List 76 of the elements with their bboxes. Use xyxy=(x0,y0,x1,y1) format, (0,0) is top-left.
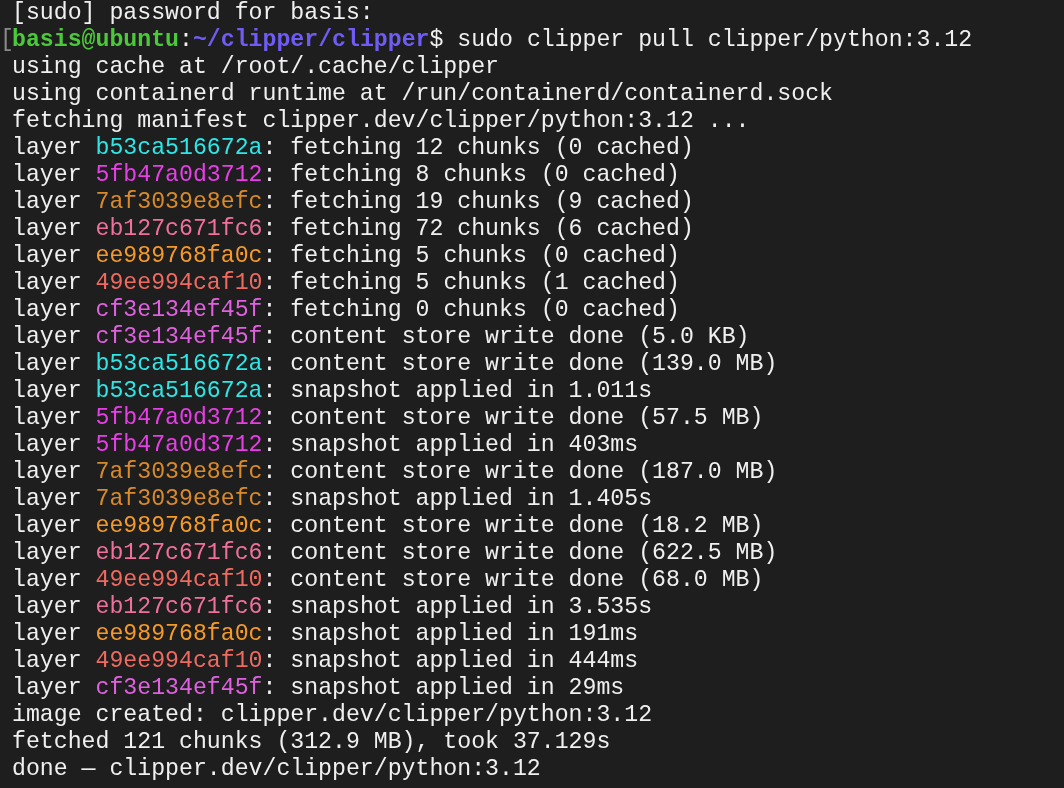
log-message: : snapshot applied in 1.011s xyxy=(262,378,653,405)
layer-hash: 7af3039e8efc xyxy=(95,189,263,216)
log-prefix: layer xyxy=(12,243,82,270)
log-prefix: layer xyxy=(12,189,82,216)
log-message: : content store write done (139.0 MB) xyxy=(262,351,778,378)
layer-hash: 5fb47a0d3712 xyxy=(95,162,263,189)
layer-hash: 49ee994caf10 xyxy=(95,270,263,297)
layer-hash: 5fb47a0d3712 xyxy=(95,405,263,432)
log-prefix: layer xyxy=(12,324,82,351)
prompt-mark: [ xyxy=(0,27,14,54)
output-line: using containerd runtime at /run/containerd/containerd.sock xyxy=(12,81,833,108)
log-message: : snapshot applied in 1.405s xyxy=(262,486,653,513)
log-message: : content store write done (5.0 KB) xyxy=(262,324,750,351)
layer-hash: b53ca516672a xyxy=(95,378,263,405)
log-prefix: layer xyxy=(12,378,82,405)
command-text: sudo clipper pull clipper/python:3.12 xyxy=(457,27,973,54)
log-prefix: layer xyxy=(12,648,82,675)
log-prefix: layer xyxy=(12,486,82,513)
layer-hash: 49ee994caf10 xyxy=(95,567,263,594)
layer-hash: ee989768fa0c xyxy=(95,513,263,540)
output-line: image created: clipper.dev/clipper/python:3.12 xyxy=(12,702,653,729)
log-message: : fetching 19 chunks (9 cached) xyxy=(262,189,694,216)
log-prefix: layer xyxy=(12,594,82,621)
prompt-path: ~/clipper/clipper xyxy=(192,27,430,54)
prompt-user-host: basis@ubuntu xyxy=(12,27,179,54)
layer-hash: cf3e134ef45f xyxy=(95,324,263,351)
output-line: done — clipper.dev/clipper/python:3.12 xyxy=(12,756,541,783)
layer-hash: cf3e134ef45f xyxy=(95,675,263,702)
layer-hash: 7af3039e8efc xyxy=(95,486,263,513)
log-prefix: layer xyxy=(12,513,82,540)
layer-hash: b53ca516672a xyxy=(95,351,263,378)
output-line: using cache at /root/.cache/clipper xyxy=(12,54,500,81)
log-message: : fetching 5 chunks (1 cached) xyxy=(262,270,680,297)
log-message: : fetching 72 chunks (6 cached) xyxy=(262,216,694,243)
log-prefix: layer xyxy=(12,351,82,378)
layer-hash: eb127c671fc6 xyxy=(95,594,263,621)
log-prefix: layer xyxy=(12,297,82,324)
log-message: : fetching 0 chunks (0 cached) xyxy=(262,297,680,324)
output-line: fetched 121 chunks (312.9 MB), took 37.129s xyxy=(12,729,611,756)
log-prefix: layer xyxy=(12,675,82,702)
log-message: : snapshot applied in 191ms xyxy=(262,621,639,648)
log-message: : fetching 12 chunks (0 cached) xyxy=(262,135,694,162)
log-message: : snapshot applied in 403ms xyxy=(262,432,639,459)
log-prefix: layer xyxy=(12,540,82,567)
log-message: : fetching 8 chunks (0 cached) xyxy=(262,162,680,189)
log-message: : fetching 5 chunks (0 cached) xyxy=(262,243,680,270)
layer-hash: ee989768fa0c xyxy=(95,243,263,270)
log-message: : snapshot applied in 29ms xyxy=(262,675,625,702)
log-prefix: layer xyxy=(12,432,82,459)
prompt-separator: : xyxy=(179,27,193,54)
log-prefix: layer xyxy=(12,270,82,297)
layer-hash: eb127c671fc6 xyxy=(95,216,263,243)
log-prefix: layer xyxy=(12,162,82,189)
log-prefix: layer xyxy=(12,405,82,432)
layer-hash: eb127c671fc6 xyxy=(95,540,263,567)
output-line: fetching manifest clipper.dev/clipper/python:3.12 ... xyxy=(12,108,750,135)
log-prefix: layer xyxy=(12,135,82,162)
log-message: : content store write done (57.5 MB) xyxy=(262,405,764,432)
log-prefix: layer xyxy=(12,567,82,594)
log-message: : content store write done (68.0 MB) xyxy=(262,567,764,594)
layer-hash: 5fb47a0d3712 xyxy=(95,432,263,459)
log-message: : snapshot applied in 3.535s xyxy=(262,594,653,621)
log-message: : snapshot applied in 444ms xyxy=(262,648,639,675)
log-message: : content store write done (622.5 MB) xyxy=(262,540,778,567)
output-line: [sudo] password for basis: xyxy=(12,0,374,27)
layer-hash: 49ee994caf10 xyxy=(95,648,263,675)
log-prefix: layer xyxy=(12,621,82,648)
log-message: : content store write done (18.2 MB) xyxy=(262,513,764,540)
log-message: : content store write done (187.0 MB) xyxy=(262,459,778,486)
layer-hash: cf3e134ef45f xyxy=(95,297,263,324)
log-prefix: layer xyxy=(12,459,82,486)
layer-hash: ee989768fa0c xyxy=(95,621,263,648)
layer-hash: 7af3039e8efc xyxy=(95,459,263,486)
log-prefix: layer xyxy=(12,216,82,243)
prompt-symbol: $ xyxy=(429,27,444,54)
layer-hash: b53ca516672a xyxy=(95,135,263,162)
